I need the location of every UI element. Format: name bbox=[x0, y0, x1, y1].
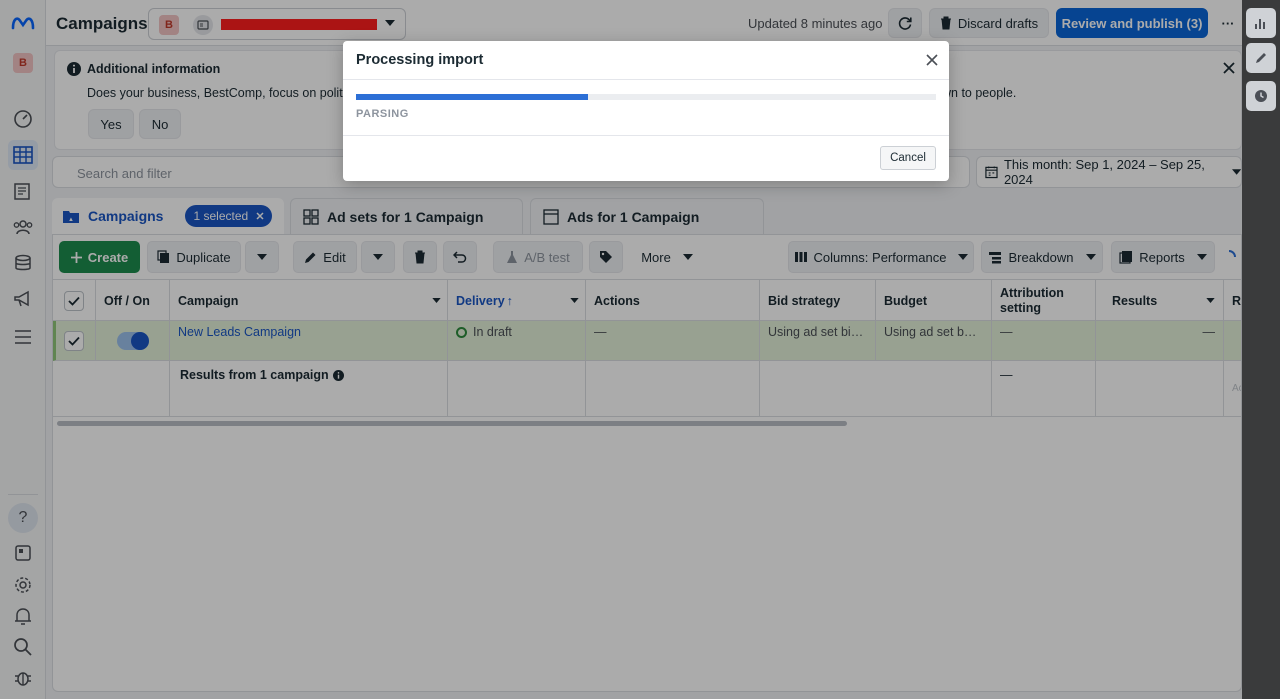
history-clock-icon[interactable] bbox=[1246, 81, 1276, 111]
import-progress-fill bbox=[356, 94, 588, 100]
import-progress-bar bbox=[356, 94, 936, 100]
cancel-import-button[interactable]: Cancel bbox=[880, 146, 936, 170]
close-dialog-icon[interactable] bbox=[923, 51, 941, 69]
right-side-panel-strip bbox=[1242, 0, 1280, 699]
dialog-divider bbox=[343, 79, 949, 80]
dialog-footer-divider bbox=[343, 135, 949, 136]
import-status-text: PARSING bbox=[356, 108, 409, 120]
processing-import-dialog: Processing import PARSING Cancel bbox=[343, 41, 949, 181]
edit-panel-pencil-icon[interactable] bbox=[1246, 43, 1276, 73]
dialog-title: Processing import bbox=[356, 52, 484, 68]
charts-panel-icon[interactable] bbox=[1246, 8, 1276, 38]
